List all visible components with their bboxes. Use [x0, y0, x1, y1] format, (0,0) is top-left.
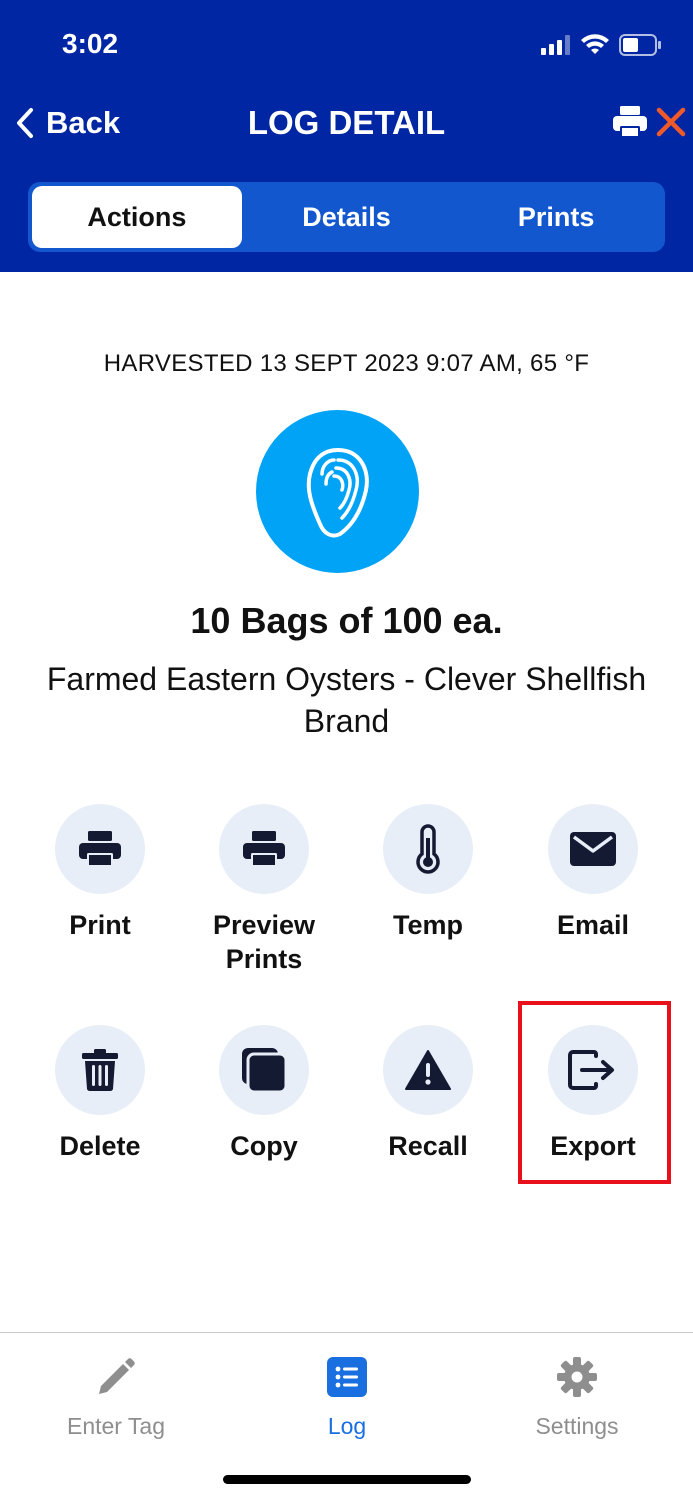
wifi-icon [581, 34, 609, 54]
harvest-info: HARVESTED 13 SEPT 2023 9:07 AM, 65 °F [103, 350, 590, 377]
copy-action[interactable]: Copy [189, 1025, 339, 1163]
back-button[interactable]: Back [14, 98, 120, 148]
printer-icon [613, 106, 647, 138]
signal-icon [541, 35, 570, 55]
recall-action-circle [383, 1025, 473, 1115]
list-icon [327, 1357, 367, 1397]
export-action-label: Export [550, 1131, 636, 1161]
preview-prints-action[interactable]: Preview Prints [189, 804, 339, 976]
copy-action-label: Copy [230, 1131, 298, 1161]
preview-prints-action-circle [219, 804, 309, 894]
temp-action-label: Temp [392, 910, 463, 940]
product-name: Farmed Eastern Oysters - Clever Shellfis… [46, 661, 647, 739]
status-time: 3:02 [62, 28, 119, 59]
recall-action-label: Recall [388, 1131, 468, 1161]
close-icon [656, 107, 686, 137]
email-action-label: Email [556, 910, 630, 940]
printer-icon [243, 831, 285, 867]
tab-details[interactable]: Details [242, 186, 452, 248]
pencil-icon [99, 1358, 135, 1394]
preview-prints-action-label: Preview Prints [212, 910, 316, 974]
segmented-control: Actions Details Prints [28, 182, 665, 252]
status-icons [541, 28, 661, 62]
tab-settings[interactable]: Settings [477, 1355, 677, 1440]
tab-log[interactable]: Log [247, 1355, 447, 1440]
warning-icon [405, 1050, 451, 1090]
export-action[interactable]: Export [518, 1025, 668, 1163]
email-action[interactable]: Email [518, 804, 668, 942]
gear-icon [557, 1357, 597, 1397]
copy-icon [242, 1048, 288, 1094]
tab-actions[interactable]: Actions [32, 186, 242, 248]
recall-action[interactable]: Recall [353, 1025, 503, 1163]
export-icon [568, 1050, 614, 1090]
bottom-tab-bar: Enter Tag Log Settings [0, 1332, 693, 1499]
close-button[interactable] [654, 104, 688, 140]
delete-action[interactable]: Delete [25, 1025, 175, 1163]
email-action-circle [548, 804, 638, 894]
home-indicator [223, 1475, 471, 1484]
oyster-icon [306, 447, 369, 538]
envelope-icon [570, 832, 616, 866]
tab-enter-tag[interactable]: Enter Tag [16, 1355, 216, 1440]
print-action-circle [55, 804, 145, 894]
thermometer-icon [416, 824, 440, 874]
temp-action[interactable]: Temp [353, 804, 503, 942]
delete-action-circle [55, 1025, 145, 1115]
copy-action-circle [219, 1025, 309, 1115]
tab-log-label: Log [327, 1413, 367, 1439]
battery-icon [619, 34, 661, 56]
print-action-label: Print [69, 910, 131, 940]
chevron-left-icon [17, 108, 33, 138]
back-label: Back [46, 105, 121, 140]
temp-action-circle [383, 804, 473, 894]
tab-prints[interactable]: Prints [451, 186, 661, 248]
trash-icon [82, 1049, 118, 1092]
delete-action-label: Delete [59, 1131, 141, 1161]
quantity: 10 Bags of 100 ea. [190, 600, 503, 641]
product-avatar [256, 410, 419, 573]
print-action[interactable]: Print [25, 804, 175, 942]
header: 3:02 Back LOG DETAIL Actions Details Pri… [0, 0, 693, 272]
header-print-button[interactable] [612, 104, 648, 140]
printer-icon [79, 831, 121, 867]
tab-enter-tag-label: Enter Tag [66, 1413, 166, 1439]
export-action-circle [548, 1025, 638, 1115]
tab-settings-label: Settings [535, 1413, 619, 1439]
log-detail-screen: 3:02 Back LOG DETAIL Actions Details Pri… [0, 0, 693, 1499]
